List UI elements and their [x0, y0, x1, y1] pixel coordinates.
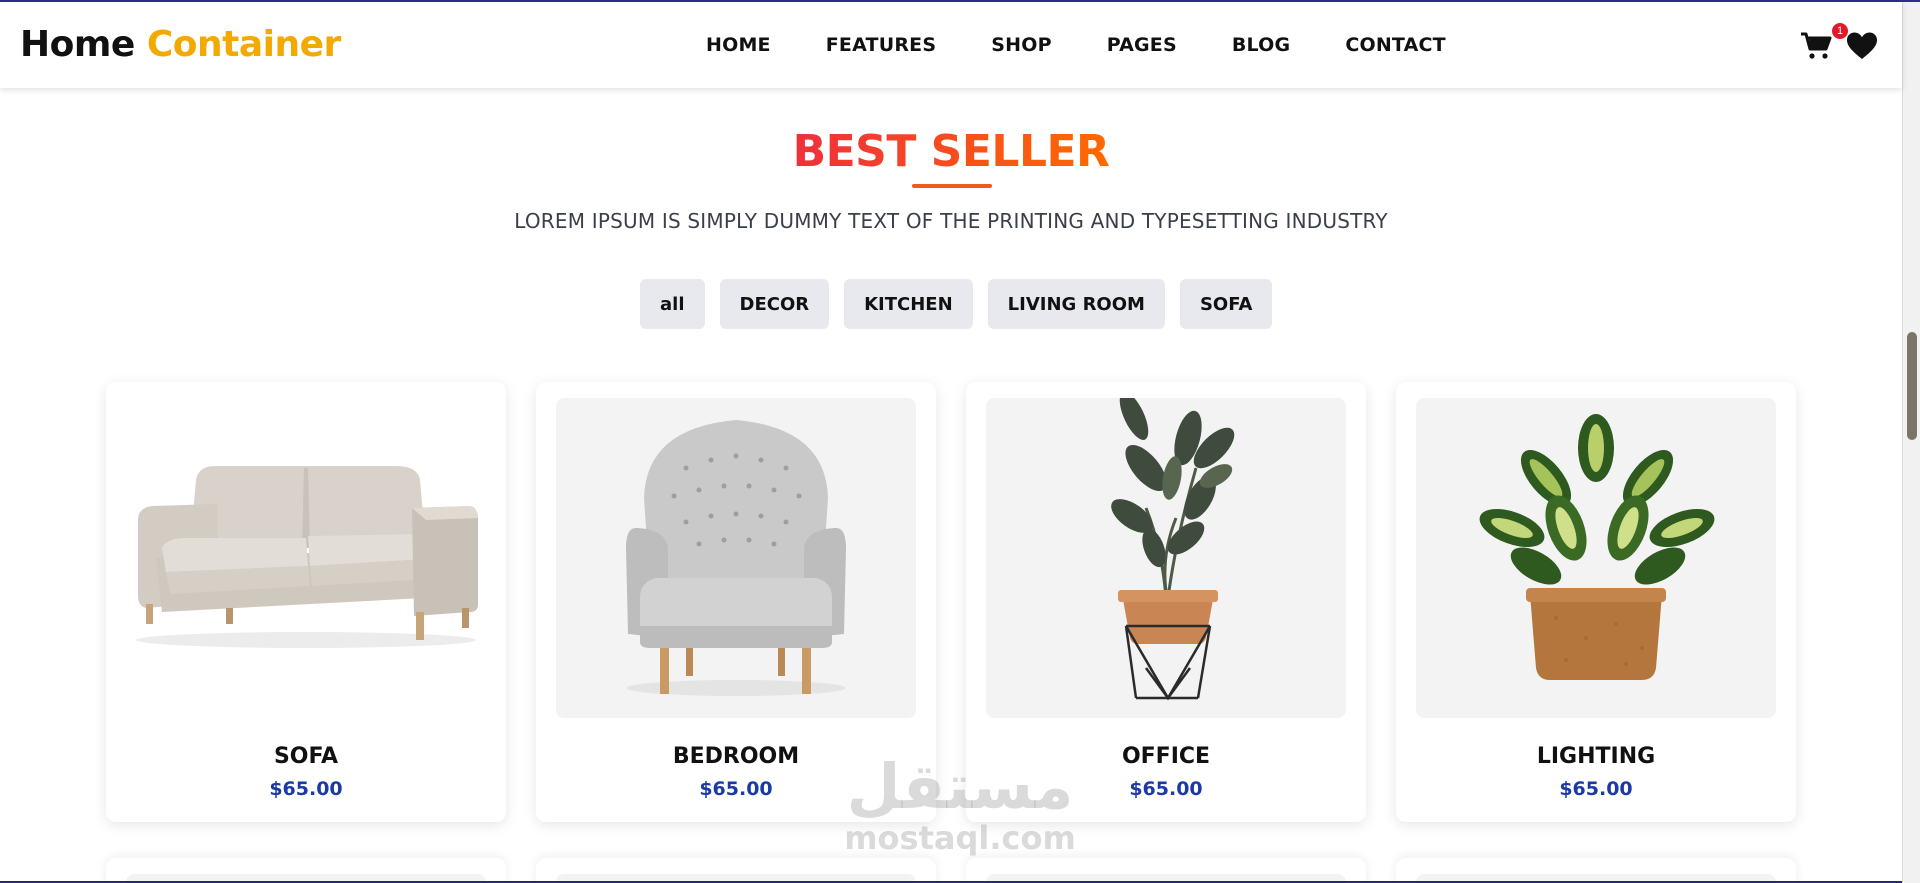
plant-stand-illustration — [1111, 398, 1235, 701]
cart-icon[interactable] — [1800, 31, 1832, 61]
product-card-partial[interactable] — [1396, 858, 1796, 883]
category-filters: all DECOR KITCHEN LIVING ROOM SOFA — [640, 279, 1273, 329]
product-card[interactable]: BEDROOM $65.00 — [536, 382, 936, 822]
product-card-partial[interactable] — [966, 858, 1366, 883]
sofa-image[interactable] — [126, 398, 486, 718]
product-name[interactable]: OFFICE — [966, 744, 1366, 769]
filter-all[interactable]: all — [640, 279, 705, 329]
product-price: $65.00 — [1559, 778, 1633, 800]
scrollbar-thumb[interactable] — [1907, 332, 1917, 440]
section-title: BEST SELLER — [0, 126, 1902, 177]
product-card[interactable]: OFFICE $65.00 — [966, 382, 1366, 822]
filter-sofa[interactable]: SOFA — [1179, 279, 1273, 329]
filter-decor[interactable]: DECOR — [719, 279, 830, 329]
potted-plant-image[interactable] — [986, 398, 1346, 718]
section-title-text: BEST SELLER — [792, 126, 1110, 177]
product-name[interactable]: SOFA — [106, 744, 506, 769]
filter-living-room[interactable]: LIVING ROOM — [987, 279, 1165, 329]
section-subtitle: LOREM IPSUM IS SIMPLY DUMMY TEXT OF THE … — [514, 209, 1388, 233]
potted-plant-image[interactable] — [1416, 398, 1776, 718]
title-underline — [912, 184, 992, 188]
product-card[interactable]: SOFA $65.00 — [106, 382, 506, 822]
product-name[interactable]: BEDROOM — [536, 744, 936, 769]
nav-link-pages[interactable]: PAGES — [1107, 34, 1177, 56]
nav-link-contact[interactable]: CONTACT — [1345, 34, 1446, 56]
product-price: $65.00 — [269, 778, 343, 800]
sofa-illustration — [136, 466, 478, 648]
brand-logo[interactable]: Home Container — [20, 24, 341, 65]
main-nav: HOME FEATURES SHOP PAGES BLOG CONTACT — [706, 34, 1446, 56]
product-name[interactable]: LIGHTING — [1396, 744, 1796, 769]
nav-link-shop[interactable]: SHOP — [991, 34, 1051, 56]
armchair-illustration — [626, 420, 846, 696]
brand-name-part2: Container — [146, 24, 341, 65]
brand-name-part1: Home — [20, 24, 135, 65]
watermark-latin: mostaql.com — [844, 819, 1076, 857]
product-card-partial[interactable] — [106, 858, 506, 883]
nav-link-blog[interactable]: BLOG — [1232, 34, 1290, 56]
nav-link-home[interactable]: HOME — [706, 34, 771, 56]
product-card-partial[interactable] — [536, 858, 936, 883]
heart-icon[interactable] — [1846, 31, 1878, 61]
page-scrollbar[interactable] — [1902, 2, 1920, 883]
armchair-image[interactable] — [556, 398, 916, 718]
nav-link-features[interactable]: FEATURES — [826, 34, 936, 56]
navbar: Home Container HOME FEATURES SHOP PAGES … — [0, 2, 1902, 88]
product-card[interactable]: LIGHTING $65.00 — [1396, 382, 1796, 822]
filter-kitchen[interactable]: KITCHEN — [844, 279, 973, 329]
plant-pot-illustration — [1479, 414, 1715, 680]
product-price: $65.00 — [1129, 778, 1203, 800]
product-price: $65.00 — [699, 778, 773, 800]
nav-icons: 1 — [1800, 23, 1877, 65]
